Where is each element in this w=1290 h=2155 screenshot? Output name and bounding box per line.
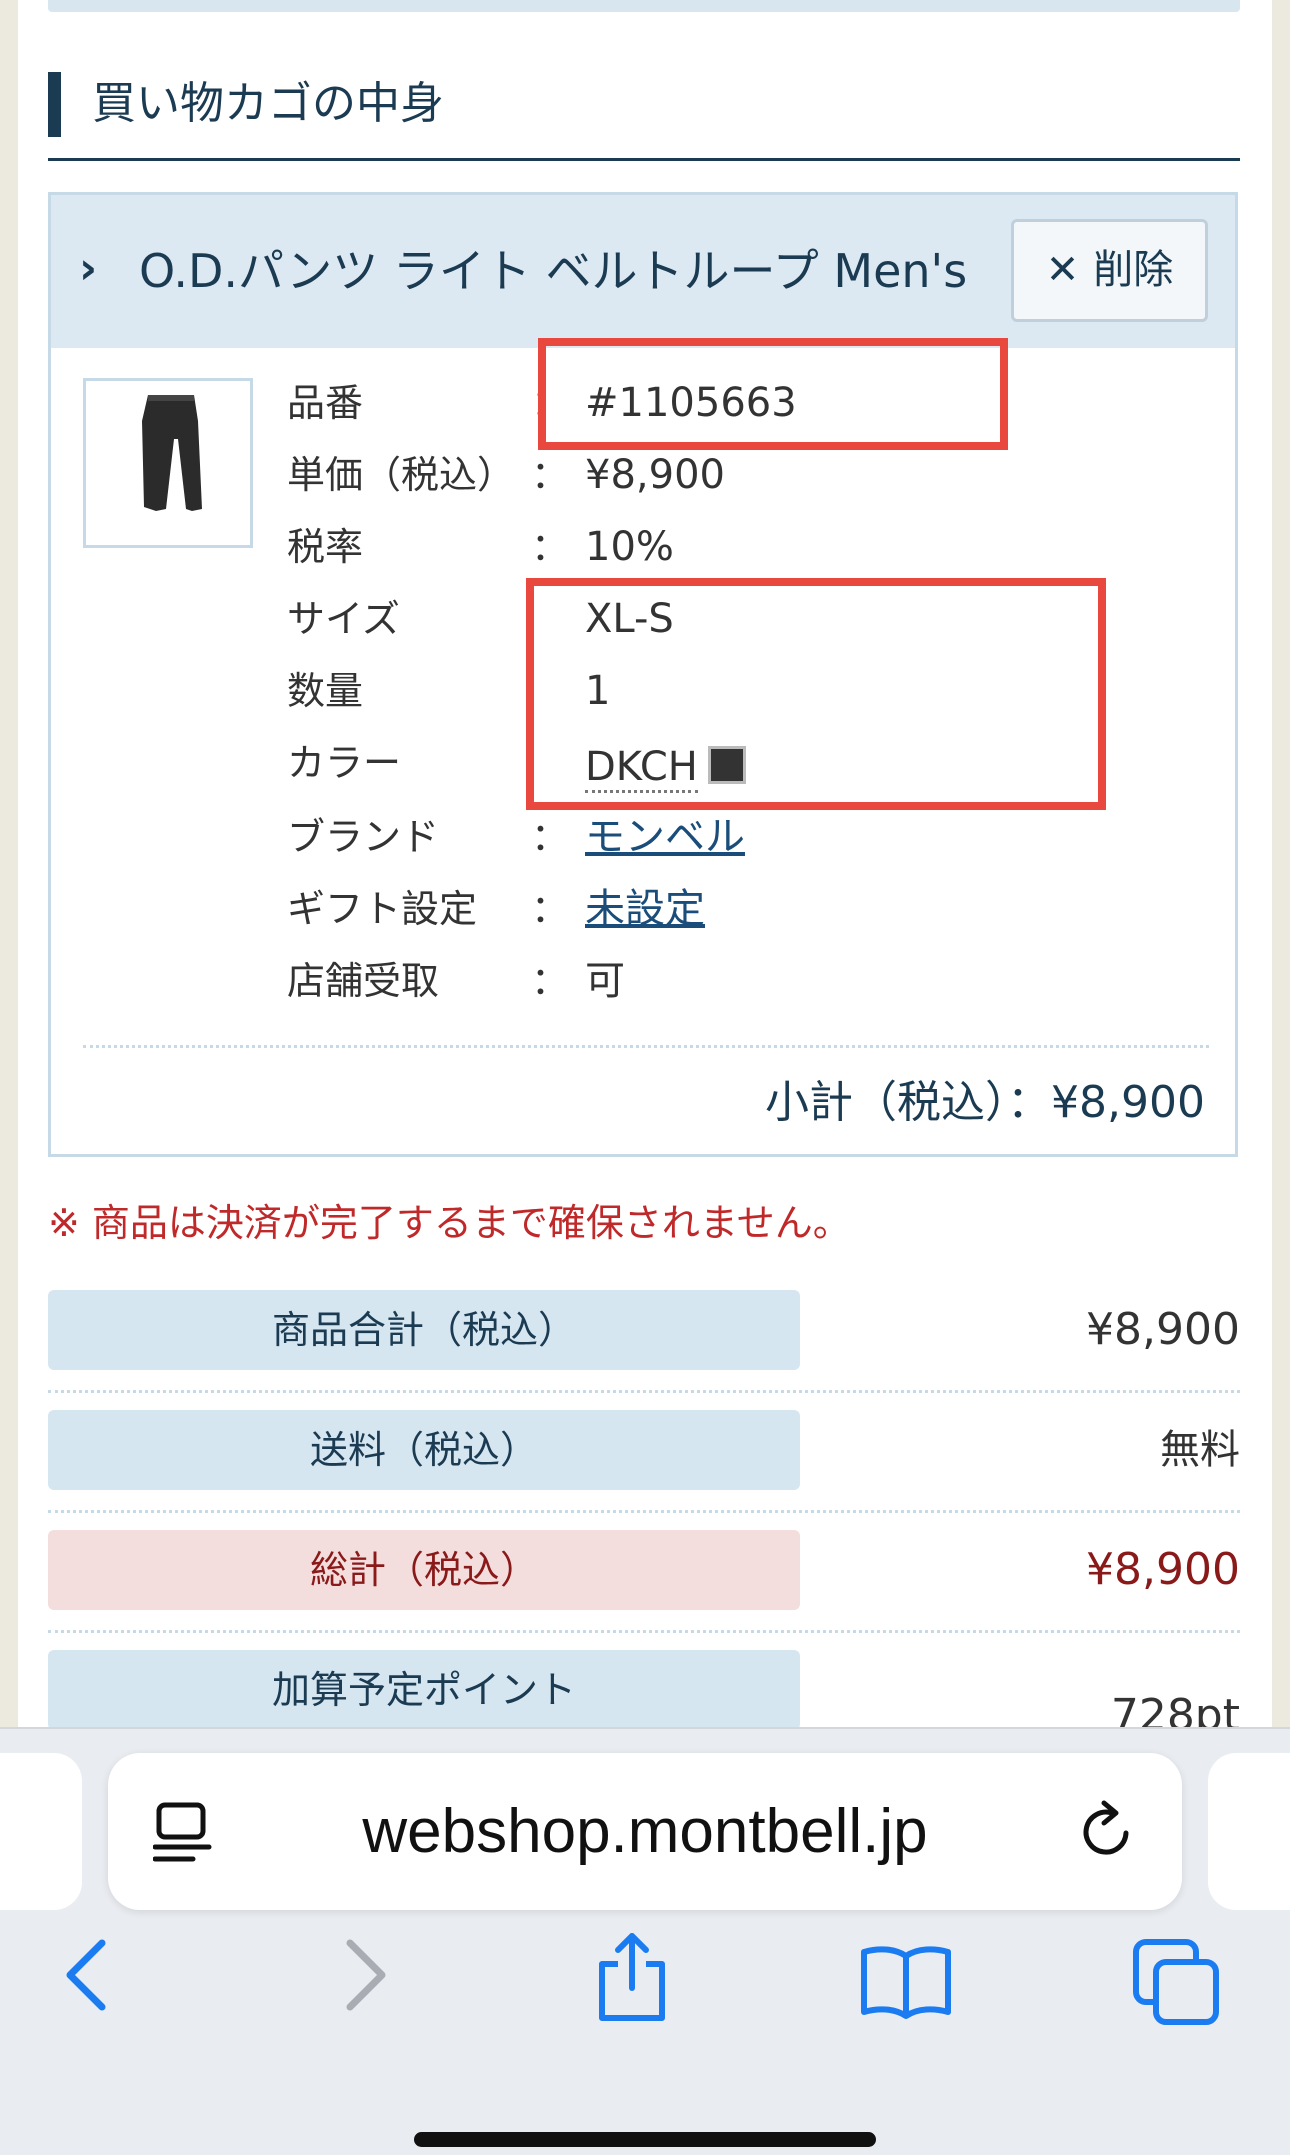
- qty-label: 数量: [287, 669, 364, 713]
- row-divider: [48, 1630, 1240, 1633]
- tax-colon: ：: [531, 525, 570, 569]
- highlight-box-options: [526, 578, 1106, 810]
- grand-total-label: 総計（税込）: [48, 1530, 800, 1610]
- grand-total-value: ¥8,900: [1086, 1544, 1240, 1595]
- heading-bar: [48, 72, 61, 137]
- section-title: 買い物カゴの中身: [92, 78, 444, 129]
- close-icon: ✕: [1045, 247, 1080, 293]
- item-header: › O.D.パンツ ライト ベルトループ Men's ✕ 削除: [51, 195, 1235, 348]
- brand-label: ブランド: [287, 815, 440, 859]
- delete-label: 削除: [1093, 247, 1174, 293]
- price-colon: ：: [531, 453, 570, 497]
- home-indicator: [414, 2132, 876, 2147]
- page-content: 買い物カゴの中身 › O.D.パンツ ライト ベルトループ Men's ✕ 削除 …: [18, 0, 1272, 1730]
- previous-tab-preview[interactable]: [0, 1753, 82, 1910]
- highlight-box-sku: [538, 338, 1008, 450]
- forward-icon[interactable]: [338, 1935, 394, 2015]
- url-text[interactable]: webshop.montbell.jp: [108, 1753, 1182, 1910]
- brand-colon: ：: [531, 815, 570, 859]
- address-bar[interactable]: webshop.montbell.jp: [108, 1753, 1182, 1910]
- shipping-row: 送料（税込） 無料: [48, 1410, 1240, 1530]
- color-label: カラー: [287, 741, 402, 785]
- points-row: 加算予定ポイント 728pt: [48, 1650, 1240, 1730]
- tax-value: 10%: [585, 524, 674, 570]
- item-subtotal: 小計（税込）：¥8,900: [765, 1077, 1205, 1128]
- reservation-notice: ※ 商品は決済が完了するまで確保されません。: [48, 1201, 851, 1245]
- size-label: サイズ: [287, 597, 400, 641]
- row-divider: [48, 1510, 1240, 1513]
- brand-link[interactable]: モンベル: [585, 814, 745, 860]
- pickup-label: 店舗受取: [287, 959, 440, 1003]
- price-label: 単価（税込）: [287, 453, 516, 497]
- divider: [83, 1045, 1209, 1048]
- next-tab-preview[interactable]: [1208, 1753, 1290, 1910]
- shipping-value: 無料: [1160, 1427, 1240, 1473]
- tax-label: 税率: [287, 525, 364, 569]
- reload-icon[interactable]: [1074, 1799, 1138, 1863]
- section-heading: 買い物カゴの中身: [48, 68, 1240, 161]
- tabs-icon[interactable]: [1132, 1938, 1222, 2026]
- delete-button[interactable]: ✕ 削除: [1011, 219, 1208, 322]
- pickup-colon: ：: [531, 959, 570, 1003]
- shipping-label: 送料（税込）: [48, 1410, 800, 1490]
- bookmarks-icon[interactable]: [858, 1942, 954, 2022]
- chevron-right-icon[interactable]: ›: [79, 247, 97, 291]
- gift-colon: ：: [531, 887, 570, 931]
- price-value: ¥8,900: [585, 452, 725, 498]
- goods-total-label: 商品合計（税込）: [48, 1290, 800, 1370]
- pants-image: [142, 395, 202, 511]
- goods-total-row: 商品合計（税込） ¥8,900: [48, 1290, 1240, 1410]
- pickup-value: 可: [585, 958, 625, 1004]
- share-icon[interactable]: [592, 1930, 672, 2024]
- points-label: 加算予定ポイント: [48, 1650, 800, 1730]
- top-strip: [48, 0, 1240, 12]
- item-name[interactable]: O.D.パンツ ライト ベルトループ Men's: [139, 241, 967, 301]
- gift-label: ギフト設定: [287, 887, 478, 931]
- back-icon[interactable]: [58, 1935, 114, 2015]
- gift-setting-link[interactable]: 未設定: [585, 886, 705, 932]
- points-value: 728pt: [1110, 1690, 1240, 1730]
- sku-label: 品番: [287, 381, 364, 425]
- goods-total-value: ¥8,900: [1086, 1304, 1240, 1355]
- row-divider: [48, 1390, 1240, 1393]
- product-thumbnail[interactable]: [83, 378, 253, 548]
- grand-total-row: 総計（税込） ¥8,900: [48, 1530, 1240, 1650]
- reader-icon[interactable]: [153, 1801, 213, 1865]
